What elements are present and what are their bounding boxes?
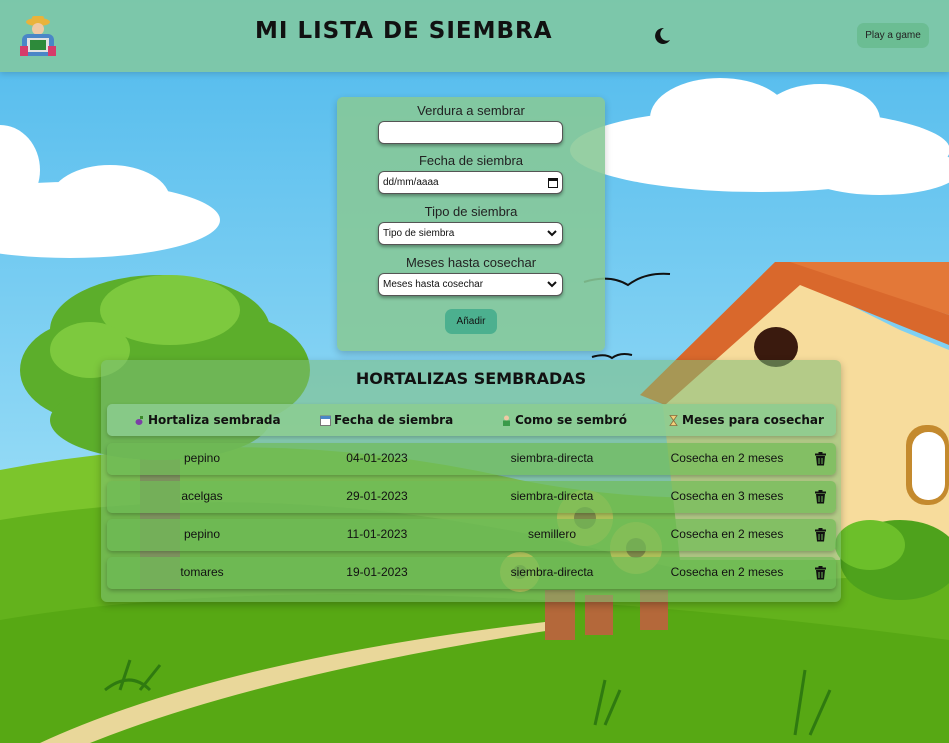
eggplant-icon bbox=[135, 415, 143, 425]
cell-method: semillero bbox=[527, 527, 576, 541]
header-date: Fecha de siembra bbox=[320, 413, 453, 427]
add-vegetable-form: Verdura a sembrar Fecha de siembra dd/mm… bbox=[337, 97, 605, 351]
trash-icon[interactable] bbox=[814, 490, 827, 504]
top-navbar: MI LISTA DE SIEMBRA Play a game bbox=[0, 0, 949, 72]
calendar-icon bbox=[320, 415, 331, 426]
header-method-label: Como se sembró bbox=[515, 413, 627, 427]
date-input[interactable]: dd/mm/aaaa bbox=[378, 171, 563, 194]
calendar-icon[interactable] bbox=[548, 177, 558, 188]
type-label: Tipo de siembra bbox=[424, 204, 518, 219]
cell-harvest: Cosecha en 2 meses bbox=[670, 527, 784, 541]
cell-vegetable: tomares bbox=[180, 565, 224, 579]
table-title: HORTALIZAS SEMBRADAS bbox=[355, 369, 587, 388]
trash-icon[interactable] bbox=[814, 528, 827, 542]
cell-date: 04-01-2023 bbox=[346, 451, 408, 465]
vegetable-label: Verdura a sembrar bbox=[417, 103, 525, 118]
months-selected-value: Meses hasta cosechar bbox=[383, 279, 484, 290]
type-selected-value: Tipo de siembra bbox=[383, 228, 455, 239]
cell-harvest: Cosecha en 3 meses bbox=[670, 489, 784, 503]
header-date-label: Fecha de siembra bbox=[334, 413, 454, 427]
table-row: acelgas 29-01-2023 siembra-directa Cosec… bbox=[107, 481, 836, 513]
cell-method: siembra-directa bbox=[510, 565, 594, 579]
table-row: pepino 04-01-2023 siembra-directa Cosech… bbox=[107, 443, 836, 475]
header-vegetable-label: Hortaliza sembrada bbox=[148, 413, 281, 427]
cell-harvest: Cosecha en 2 meses bbox=[670, 451, 784, 465]
chevron-down-icon bbox=[547, 230, 557, 237]
cell-method: siembra-directa bbox=[510, 489, 594, 503]
cell-method: siembra-directa bbox=[510, 451, 594, 465]
header-method: Como se sembró bbox=[501, 413, 627, 427]
farmer-icon bbox=[503, 415, 510, 426]
type-select[interactable]: Tipo de siembra bbox=[378, 222, 563, 245]
header-vegetable: Hortaliza sembrada bbox=[134, 413, 281, 427]
months-select[interactable]: Meses hasta cosechar bbox=[378, 273, 563, 296]
header-harvest: Meses para cosechar bbox=[668, 413, 824, 427]
hourglass-icon bbox=[669, 414, 678, 426]
cell-date: 29-01-2023 bbox=[346, 489, 408, 503]
cell-vegetable: acelgas bbox=[181, 489, 223, 503]
months-label: Meses hasta cosechar bbox=[405, 255, 537, 270]
sown-vegetables-table: HORTALIZAS SEMBRADAS Hortaliza sembrada … bbox=[101, 360, 841, 602]
date-placeholder: dd/mm/aaaa bbox=[383, 177, 439, 188]
vegetable-input[interactable] bbox=[378, 121, 563, 144]
moon-icon[interactable] bbox=[652, 26, 672, 46]
header-harvest-label: Meses para cosechar bbox=[682, 413, 824, 427]
farmer-logo[interactable] bbox=[14, 12, 62, 60]
table-header-row: Hortaliza sembrada Fecha de siembra Como… bbox=[107, 404, 836, 436]
table-row: tomares 19-01-2023 siembra-directa Cosec… bbox=[107, 557, 836, 589]
trash-icon[interactable] bbox=[814, 566, 827, 580]
cell-vegetable: pepino bbox=[183, 527, 221, 541]
trash-icon[interactable] bbox=[814, 452, 827, 466]
cell-date: 19-01-2023 bbox=[346, 565, 408, 579]
chevron-down-icon bbox=[547, 281, 557, 288]
add-button[interactable]: Añadir bbox=[445, 309, 497, 334]
page-title: MI LISTA DE SIEMBRA bbox=[255, 18, 553, 44]
cell-date: 11-01-2023 bbox=[346, 527, 408, 541]
table-row: pepino 11-01-2023 semillero Cosecha en 2… bbox=[107, 519, 836, 551]
date-label: Fecha de siembra bbox=[418, 153, 524, 168]
cell-harvest: Cosecha en 2 meses bbox=[670, 565, 784, 579]
cell-vegetable: pepino bbox=[183, 451, 221, 465]
play-game-button[interactable]: Play a game bbox=[857, 23, 929, 48]
